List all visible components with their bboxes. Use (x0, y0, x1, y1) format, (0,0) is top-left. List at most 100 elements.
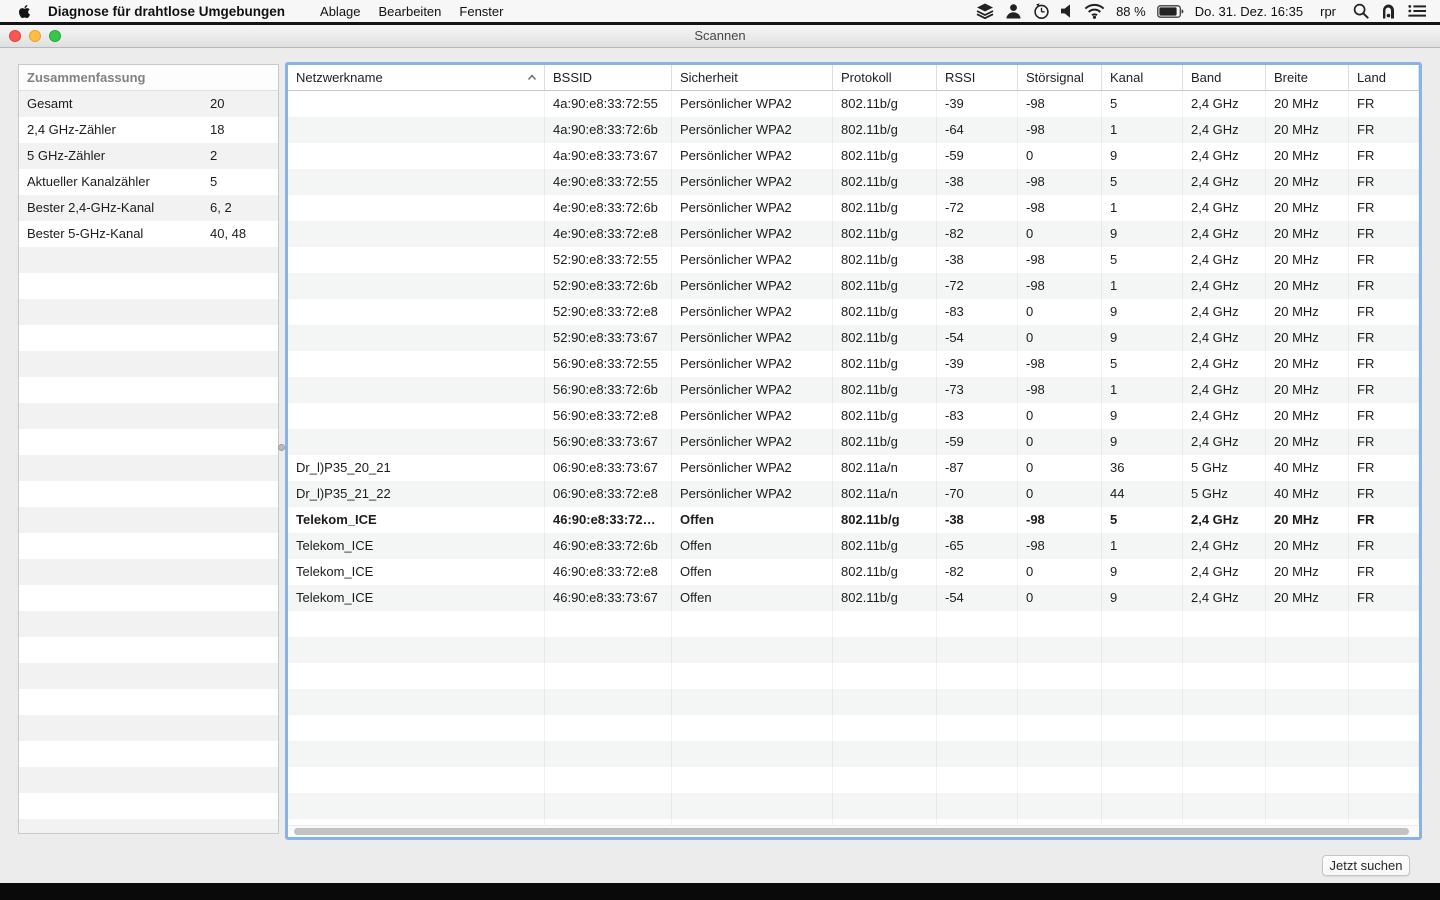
cell-security: Persönlicher WPA2 (672, 195, 833, 221)
cell-name: Telekom_ICE (288, 585, 545, 611)
cell-protocol: 802.11b/g (833, 221, 937, 247)
menu-fenster[interactable]: Fenster (459, 4, 503, 19)
cell-name (288, 195, 545, 221)
minimize-window-button[interactable] (29, 30, 41, 42)
cell-bssid: 4a:90:e8:33:72:6b (545, 117, 672, 143)
cell-rssi: -73 (937, 377, 1018, 403)
cell-bssid: 06:90:e8:33:72:e8 (545, 481, 672, 507)
summary-value: 2 (210, 143, 278, 169)
network-row[interactable]: 4e:90:e8:33:72:6bPersönlicher WPA2802.11… (288, 195, 1419, 221)
battery-icon[interactable] (1157, 5, 1184, 18)
cell-protocol: 802.11b/g (833, 195, 937, 221)
menu-bearbeiten[interactable]: Bearbeiten (379, 4, 442, 19)
cell-bssid: 56:90:e8:33:73:67 (545, 429, 672, 455)
network-row[interactable]: 56:90:e8:33:72:e8Persönlicher WPA2802.11… (288, 403, 1419, 429)
cell-rssi: -38 (937, 507, 1018, 533)
network-row[interactable]: Telekom_ICE46:90:e8:33:72:6bOffen802.11b… (288, 533, 1419, 559)
current-user-label[interactable]: rpr (1320, 4, 1336, 19)
siri-icon[interactable] (1380, 3, 1397, 19)
empty-column (1349, 611, 1419, 826)
cell-bssid: 56:90:e8:33:72:e8 (545, 403, 672, 429)
cell-name (288, 351, 545, 377)
network-row[interactable]: Dr_l)P35_21_2206:90:e8:33:72:e8Persönlic… (288, 481, 1419, 507)
wifi-icon[interactable] (1084, 3, 1105, 19)
cell-protocol: 802.11b/g (833, 351, 937, 377)
network-row[interactable]: 4a:90:e8:33:73:67Persönlicher WPA2802.11… (288, 143, 1419, 169)
network-row[interactable]: 56:90:e8:33:73:67Persönlicher WPA2802.11… (288, 429, 1419, 455)
column-header-country[interactable]: Land (1349, 65, 1419, 90)
network-row[interactable]: 4a:90:e8:33:72:55Persönlicher WPA2802.11… (288, 91, 1419, 117)
layers-icon[interactable] (976, 3, 994, 19)
column-header-noise[interactable]: Störsignal (1018, 65, 1102, 90)
splitter-handle[interactable] (278, 444, 285, 451)
cell-noise: -98 (1018, 533, 1102, 559)
network-row[interactable]: 4e:90:e8:33:72:e8Persönlicher WPA2802.11… (288, 221, 1419, 247)
network-row[interactable]: Telekom_ICE46:90:e8:33:73:67Offen802.11b… (288, 585, 1419, 611)
column-header-width[interactable]: Breite (1266, 65, 1349, 90)
apple-menu-icon[interactable] (18, 4, 31, 19)
window-controls (9, 30, 61, 42)
cell-rssi: -39 (937, 91, 1018, 117)
menu-items: Ablage Bearbeiten Fenster (302, 4, 503, 19)
app-menu-title[interactable]: Diagnose für drahtlose Umgebungen (48, 4, 285, 19)
fast-user-switching-icon[interactable] (1005, 3, 1022, 19)
network-row[interactable]: 52:90:e8:33:72:6bPersönlicher WPA2802.11… (288, 273, 1419, 299)
cell-band: 2,4 GHz (1183, 91, 1266, 117)
network-row[interactable]: 56:90:e8:33:72:6bPersönlicher WPA2802.11… (288, 377, 1419, 403)
cell-protocol: 802.11b/g (833, 247, 937, 273)
column-header-band[interactable]: Band (1183, 65, 1266, 90)
column-header-label: Netzwerkname (296, 70, 383, 85)
column-header-bssid[interactable]: BSSID (545, 65, 672, 90)
network-row[interactable]: Dr_l)P35_20_2106:90:e8:33:73:67Persönlic… (288, 455, 1419, 481)
cell-name: Dr_l)P35_20_21 (288, 455, 545, 481)
cell-width: 20 MHz (1266, 195, 1349, 221)
zoom-window-button[interactable] (49, 30, 61, 42)
network-row[interactable]: 4a:90:e8:33:72:6bPersönlicher WPA2802.11… (288, 117, 1419, 143)
column-header-channel[interactable]: Kanal (1102, 65, 1183, 90)
cell-name: Telekom_ICE (288, 559, 545, 585)
spotlight-icon[interactable] (1353, 3, 1369, 19)
column-header-protocol[interactable]: Protokoll (833, 65, 937, 90)
cell-band: 2,4 GHz (1183, 403, 1266, 429)
scan-now-button[interactable]: Jetzt suchen (1322, 855, 1410, 876)
notification-center-icon[interactable] (1408, 4, 1427, 18)
column-header-rssi[interactable]: RSSI (937, 65, 1018, 90)
network-row[interactable]: Telekom_ICE46:90:e8:33:72…Offen802.11b/g… (288, 507, 1419, 533)
network-row[interactable]: Telekom_ICE46:90:e8:33:72:e8Offen802.11b… (288, 559, 1419, 585)
network-row[interactable]: 52:90:e8:33:72:55Persönlicher WPA2802.11… (288, 247, 1419, 273)
volume-icon[interactable] (1061, 4, 1073, 18)
cell-noise: -98 (1018, 117, 1102, 143)
column-header-label: RSSI (945, 70, 975, 85)
cell-channel: 44 (1102, 481, 1183, 507)
close-window-button[interactable] (9, 30, 21, 42)
network-row[interactable]: 52:90:e8:33:72:e8Persönlicher WPA2802.11… (288, 299, 1419, 325)
network-row[interactable]: 52:90:e8:33:73:67Persönlicher WPA2802.11… (288, 325, 1419, 351)
horizontal-scrollbar[interactable] (288, 825, 1419, 837)
network-row[interactable]: 56:90:e8:33:72:55Persönlicher WPA2802.11… (288, 351, 1419, 377)
column-header-security[interactable]: Sicherheit (672, 65, 833, 90)
summary-panel: Zusammenfassung Gesamt202,4 GHz-Zähler18… (18, 64, 279, 834)
column-header-label: Breite (1274, 70, 1308, 85)
cell-security: Persönlicher WPA2 (672, 377, 833, 403)
menu-bar-clock[interactable]: Do. 31. Dez. 16:35 (1195, 4, 1303, 19)
cell-channel: 5 (1102, 91, 1183, 117)
horizontal-scrollbar-thumb[interactable] (294, 828, 1409, 835)
summary-label: 5 GHz-Zähler (19, 143, 210, 169)
cell-name: Dr_l)P35_21_22 (288, 481, 545, 507)
column-header-name[interactable]: Netzwerkname (288, 65, 545, 90)
menu-ablage[interactable]: Ablage (320, 4, 360, 19)
cell-country: FR (1349, 481, 1419, 507)
column-header-label: Sicherheit (680, 70, 738, 85)
cell-bssid: 56:90:e8:33:72:6b (545, 377, 672, 403)
cell-bssid: 06:90:e8:33:73:67 (545, 455, 672, 481)
cell-width: 20 MHz (1266, 117, 1349, 143)
window-title-bar[interactable]: Scannen (0, 25, 1440, 48)
network-row[interactable]: 4e:90:e8:33:72:55Persönlicher WPA2802.11… (288, 169, 1419, 195)
time-machine-icon[interactable] (1033, 3, 1050, 20)
cell-protocol: 802.11b/g (833, 273, 937, 299)
cell-security: Persönlicher WPA2 (672, 91, 833, 117)
cell-bssid: 4e:90:e8:33:72:6b (545, 195, 672, 221)
cell-bssid: 46:90:e8:33:72:e8 (545, 559, 672, 585)
cell-rssi: -82 (937, 559, 1018, 585)
cell-width: 20 MHz (1266, 247, 1349, 273)
